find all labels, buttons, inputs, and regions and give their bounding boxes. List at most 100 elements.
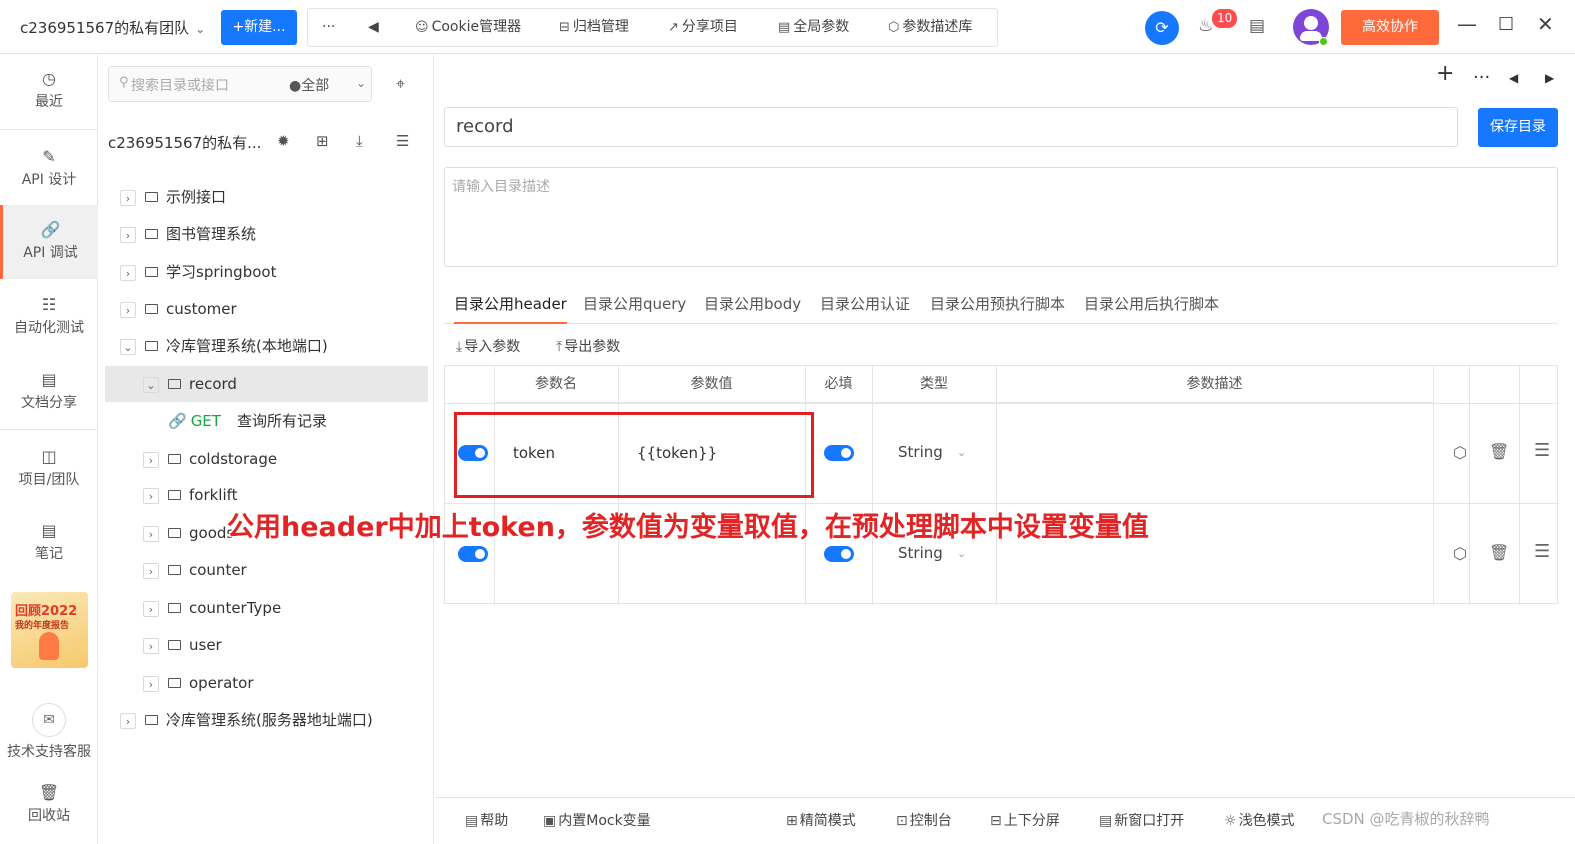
tree-node[interactable]: › 学习springboot <box>120 254 276 290</box>
document-icon[interactable]: ▤ <box>1249 16 1265 36</box>
tree-node[interactable]: ⌄ 冷库管理系统(本地端口) <box>120 328 328 364</box>
split-screen-button[interactable]: ⊟ 上下分屏 <box>990 810 1060 830</box>
maximize-icon[interactable]: ☐ <box>1498 14 1514 35</box>
chevron-right-icon[interactable]: › <box>143 600 159 617</box>
new-api-icon[interactable]: ✹ <box>277 132 290 150</box>
tree-search-input[interactable]: ⚲ 搜索目录或接口 ●全部 ⌄ <box>108 66 372 102</box>
tab-post-script[interactable]: 目录公用后执行脚本 <box>1084 292 1219 324</box>
list-icon[interactable]: ☰ <box>396 132 409 150</box>
param-desc-library-button[interactable]: ⬡ 参数描述库 <box>888 9 972 46</box>
locate-icon[interactable]: ⌖ <box>396 74 405 94</box>
required-toggle[interactable] <box>824 546 854 562</box>
trash-icon[interactable]: 🗑 <box>1489 543 1509 562</box>
rail-item-recent[interactable]: ◷ 最近 <box>0 69 98 111</box>
collab-button[interactable]: 高效协作 <box>1341 10 1439 45</box>
team-selector[interactable]: c236951567的私有团队 ⌄ <box>20 17 205 38</box>
tree-api-node[interactable]: 🔗 GET 查询所有记录 <box>168 403 327 439</box>
chevron-right-icon[interactable]: › <box>143 675 159 692</box>
bell-icon[interactable]: ♨ <box>1198 16 1213 36</box>
tree-node[interactable]: › 冷库管理系统(服务器地址端口) <box>120 702 373 738</box>
annual-report-banner[interactable]: 回顾2022 我的年度报告 <box>11 592 88 668</box>
drag-handle-icon[interactable]: ☰ <box>1534 541 1550 562</box>
share-project-button[interactable]: ↗ 分享项目 <box>668 9 738 46</box>
chevron-right-icon[interactable]: › <box>120 226 136 243</box>
rail-item-notes[interactable]: ▤ 笔记 <box>0 521 98 563</box>
new-window-button[interactable]: ▤ 新窗口打开 <box>1099 810 1184 830</box>
minimize-icon[interactable]: — <box>1457 12 1477 36</box>
chevron-right-icon[interactable]: › <box>120 301 136 318</box>
rail-item-api-design[interactable]: ✎ API 设计 <box>0 147 98 189</box>
collapse-left-icon[interactable]: ◀ <box>368 9 379 46</box>
archive-button[interactable]: ⊟ 归档管理 <box>559 9 629 46</box>
tree-node[interactable]: › 图书管理系统 <box>120 216 256 252</box>
tree-node[interactable]: › 示例接口 <box>120 179 226 215</box>
tree-node[interactable]: › forklift <box>143 477 238 513</box>
tree-node[interactable]: › user <box>143 627 222 663</box>
chevron-right-icon[interactable]: › <box>143 451 159 468</box>
rail-item-doc-share[interactable]: ▤ 文档分享 <box>0 370 98 412</box>
cube-icon: ⬡ <box>888 20 900 35</box>
export-params-button[interactable]: ⤒ 导出参数 <box>556 336 620 356</box>
chevron-right-icon[interactable]: › <box>143 562 159 579</box>
chevron-right-icon[interactable]: › <box>120 264 136 281</box>
trash-icon[interactable]: 🗑 <box>1489 442 1509 461</box>
required-toggle[interactable] <box>824 445 854 461</box>
rail-item-trash[interactable]: 🗑 回收站 <box>0 783 98 825</box>
compact-mode-button[interactable]: ⊞ 精简模式 <box>786 810 856 830</box>
help-button[interactable]: ▤ 帮助 <box>465 810 508 830</box>
type-select[interactable]: String <box>898 544 943 562</box>
tab-auth[interactable]: 目录公用认证 <box>820 292 910 324</box>
chevron-down-icon[interactable]: ⌄ <box>957 446 966 459</box>
scope-selector[interactable]: ●全部 <box>289 75 329 95</box>
sync-icon[interactable]: ⟳ <box>1145 11 1179 45</box>
chevron-down-icon[interactable]: ⌄ <box>957 547 966 560</box>
enable-toggle[interactable] <box>458 546 488 562</box>
tree-node[interactable]: › customer <box>120 291 237 327</box>
tree-node[interactable]: › goods <box>143 515 234 551</box>
type-select[interactable]: String <box>898 443 943 461</box>
console-button[interactable]: ⊡ 控制台 <box>896 810 952 830</box>
directory-name-input[interactable]: record <box>444 107 1458 147</box>
chevron-right-icon[interactable]: › <box>120 189 136 206</box>
chevron-right-icon[interactable]: › <box>143 487 159 504</box>
new-button[interactable]: +新建... <box>221 10 297 45</box>
chevron-down-icon[interactable]: ⌄ <box>356 76 366 90</box>
tree-node-selected[interactable]: ⌄ record <box>105 366 428 402</box>
tab-pre-script[interactable]: 目录公用预执行脚本 <box>930 292 1065 324</box>
tree-node[interactable]: › counter <box>143 552 247 588</box>
cube-icon[interactable]: ⬡ <box>1453 544 1467 563</box>
cookie-manager-button[interactable]: ☺ Cookie管理器 <box>415 9 521 46</box>
chevron-right-icon[interactable]: › <box>120 712 136 729</box>
chevron-down-icon[interactable]: ⌄ <box>143 376 159 393</box>
more-icon[interactable]: ··· <box>1473 67 1490 88</box>
chevron-down-icon[interactable]: ⌄ <box>120 338 136 355</box>
support-icon[interactable]: ✉ <box>32 703 66 737</box>
more-button[interactable]: ··· <box>322 9 335 46</box>
mock-variables-button[interactable]: ▣ 内置Mock变量 <box>543 810 651 830</box>
import-icon[interactable]: ⤓ <box>356 132 363 150</box>
drag-handle-icon[interactable]: ☰ <box>1534 440 1550 461</box>
close-icon[interactable]: ✕ <box>1537 12 1554 36</box>
save-directory-button[interactable]: 保存目录 <box>1478 108 1558 147</box>
tree-node[interactable]: › coldstorage <box>143 441 277 477</box>
rail-item-support[interactable]: 技术支持客服 <box>0 741 98 761</box>
tab-header[interactable]: 目录公用header <box>454 292 567 324</box>
prev-tab-icon[interactable]: ◀ <box>1509 71 1518 85</box>
light-mode-button[interactable]: ☼ 浅色模式 <box>1224 810 1295 830</box>
tab-body[interactable]: 目录公用body <box>704 292 801 324</box>
chevron-right-icon[interactable]: › <box>143 525 159 542</box>
next-tab-icon[interactable]: ▶ <box>1545 71 1554 85</box>
chevron-right-icon[interactable]: › <box>143 637 159 654</box>
rail-item-api-debug[interactable]: 🔗 API 调试 <box>0 205 98 279</box>
tree-node[interactable]: › operator <box>143 665 254 701</box>
tree-node[interactable]: › counterType <box>143 590 281 626</box>
cube-icon[interactable]: ⬡ <box>1453 443 1467 462</box>
global-params-button[interactable]: ▤ 全局参数 <box>778 9 849 46</box>
import-params-button[interactable]: ⤓ 导入参数 <box>456 336 520 356</box>
rail-item-project-team[interactable]: ◫ 项目/团队 <box>0 447 98 489</box>
directory-description-input[interactable]: 请输入目录描述 <box>444 167 1558 267</box>
rail-item-auto-test[interactable]: ☷ 自动化测试 <box>0 295 98 337</box>
new-folder-icon[interactable]: ⊞ <box>316 132 329 150</box>
tab-query[interactable]: 目录公用query <box>583 292 686 324</box>
add-tab-icon[interactable]: + <box>1436 61 1454 86</box>
